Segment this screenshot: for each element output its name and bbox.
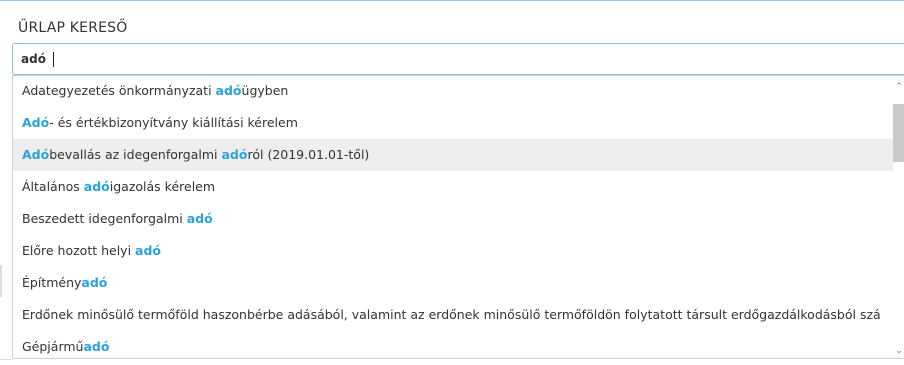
match-highlight: adó <box>81 275 108 290</box>
form-finder-panel: ŰRLAP KERESŐ Adategyezetés önkormányzati… <box>0 0 904 365</box>
result-item[interactable]: Előre hozott helyi adó <box>13 235 893 267</box>
dropdown-scrollbar[interactable]: ⌃ ⌄ <box>893 76 904 358</box>
result-text: ügyben <box>241 83 289 98</box>
result-text: Építmény <box>22 275 82 290</box>
result-text: Erdőnek minősülő termőföld haszonbérbe a… <box>22 307 881 322</box>
autocomplete-dropdown[interactable]: Adategyezetés önkormányzati adóügyben Adó… <box>12 75 904 359</box>
result-item[interactable]: Építményadó <box>13 267 893 299</box>
result-item[interactable]: Gépjárműadó <box>13 331 893 358</box>
result-text: Gépjármű <box>22 339 84 354</box>
match-highlight: adó <box>221 147 248 162</box>
result-text: Általános <box>22 179 84 194</box>
result-item[interactable]: Adóbevallás az idegenforgalmi adóról (20… <box>13 139 893 171</box>
match-highlight: Adó <box>22 115 50 130</box>
result-text: - és értékbizonyítvány kiállítási kérele… <box>49 115 298 130</box>
result-text: igazolás kérelem <box>109 179 216 194</box>
result-item[interactable]: Erdőnek minősülő termőföld haszonbérbe a… <box>13 299 893 331</box>
match-highlight: Adó <box>22 147 50 162</box>
result-text: bevallás az idegenforgalmi <box>49 147 222 162</box>
match-highlight: adó <box>83 339 110 354</box>
chevron-up-icon[interactable]: ⌃ <box>893 80 904 94</box>
result-list: Adategyezetés önkormányzati adóügyben Adó… <box>13 76 893 358</box>
result-text: Beszedett idegenforgalmi <box>22 211 187 226</box>
match-highlight: adó <box>135 243 162 258</box>
result-item[interactable]: Általános adóigazolás kérelem <box>13 171 893 203</box>
panel-title: ŰRLAP KERESŐ <box>18 20 128 36</box>
search-input[interactable] <box>21 44 881 74</box>
scrollbar-thumb[interactable] <box>893 104 904 162</box>
result-text: Adategyezetés önkormányzati <box>22 83 216 98</box>
match-highlight: adó <box>186 211 213 226</box>
result-item[interactable]: Adó- és értékbizonyítvány kiállítási kér… <box>13 107 893 139</box>
background-edge <box>0 265 2 297</box>
result-item[interactable]: Adategyezetés önkormányzati adóügyben <box>13 76 893 107</box>
chevron-down-icon[interactable]: ⌄ <box>893 344 904 358</box>
match-highlight: adó <box>83 179 110 194</box>
text-caret <box>53 52 54 67</box>
result-text: ról (2019.01.01-től) <box>247 147 370 162</box>
match-highlight: adó <box>215 83 242 98</box>
result-item[interactable]: Beszedett idegenforgalmi adó <box>13 203 893 235</box>
result-text: Előre hozott helyi <box>22 243 136 258</box>
background-edge <box>0 359 12 360</box>
search-box[interactable] <box>12 43 904 75</box>
